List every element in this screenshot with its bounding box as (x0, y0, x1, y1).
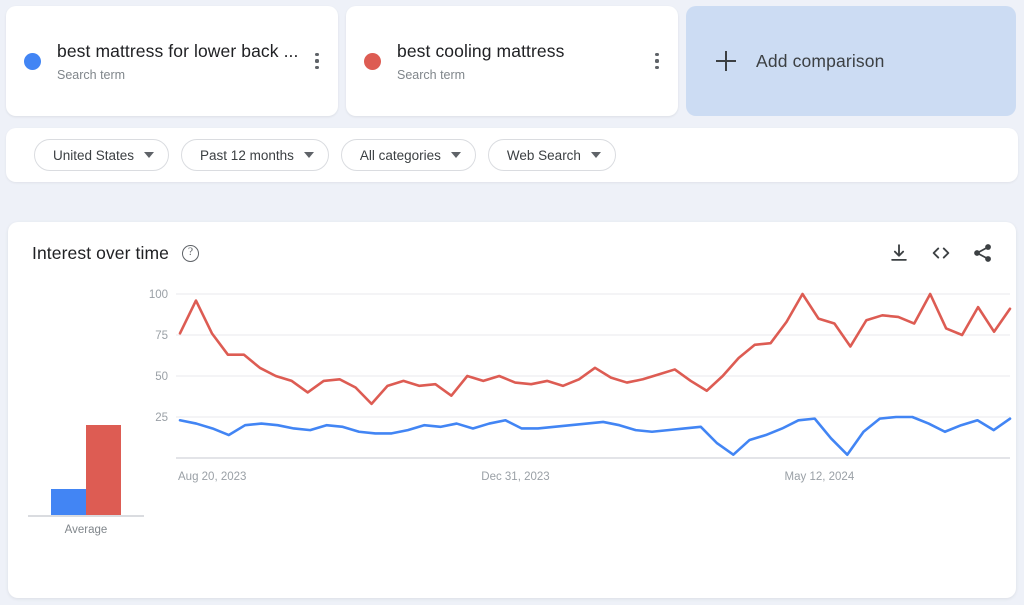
average-label: Average (64, 524, 108, 536)
kebab-menu-icon[interactable] (646, 46, 668, 76)
chart-header: Interest over time ? (8, 222, 1016, 284)
average-bar-blue (51, 488, 86, 516)
interest-over-time-card: Interest over time ? Average 25 50 75 10… (8, 222, 1016, 598)
x-axis-tick-label: Aug 20, 2023 (178, 471, 246, 483)
search-term-2-title: best cooling mattress (397, 40, 565, 61)
add-comparison-label: Add comparison (756, 50, 885, 71)
average-bar-red (86, 424, 121, 516)
chart-actions (888, 242, 994, 264)
filter-search-type-dropdown[interactable]: Web Search (487, 139, 616, 171)
search-terms-strip: best mattress for lower back ... Search … (0, 0, 1024, 122)
filter-category-dropdown[interactable]: All categories (340, 139, 476, 171)
filter-location-dropdown[interactable]: United States (34, 139, 170, 171)
chevron-down-icon (450, 152, 461, 158)
search-term-2-type: Search term (397, 67, 466, 82)
download-icon[interactable] (888, 242, 910, 264)
filter-time-label: Past 12 months (200, 147, 294, 163)
embed-code-icon[interactable] (930, 242, 952, 264)
y-axis-tick-label: 50 (155, 371, 168, 383)
search-term-1-title: best mattress for lower back ... (57, 40, 299, 61)
kebab-menu-icon[interactable] (306, 46, 328, 76)
filter-location-label: United States (53, 147, 135, 163)
y-axis-tick-label: 25 (155, 412, 168, 424)
question-mark-icon[interactable]: ? (182, 244, 199, 262)
search-term-1-text: best mattress for lower back ... Search … (57, 40, 306, 83)
search-term-2-text: best cooling mattress Search term (397, 40, 646, 83)
search-term-card-2[interactable]: best cooling mattress Search term (346, 6, 678, 116)
y-axis-tick-label: 100 (149, 289, 168, 301)
search-term-1-type: Search term (57, 67, 126, 82)
trend-line-blue (178, 415, 1012, 457)
chevron-down-icon (303, 152, 314, 158)
add-comparison-button[interactable]: Add comparison (686, 6, 1016, 116)
plus-icon (716, 51, 736, 71)
x-axis-tick-label: Dec 31, 2023 (481, 471, 549, 483)
chart-plot-area: Average 25 50 75 100 Aug 20, 2023 Dec 31, 202… (8, 284, 1016, 598)
filter-search-type-label: Web Search (506, 147, 581, 163)
average-axis-line (28, 515, 144, 517)
x-axis-tick-label: May 12, 2024 (785, 471, 855, 483)
trend-line-chart[interactable]: 25 50 75 100 Aug 20, 2023 Dec 31, 2023 May 12,… (138, 284, 1016, 598)
chevron-down-icon (590, 152, 601, 158)
average-bars (26, 364, 146, 516)
search-term-card-1[interactable]: best mattress for lower back ... Search … (6, 6, 338, 116)
series-color-dot-blue (24, 52, 41, 70)
filter-time-dropdown[interactable]: Past 12 months (181, 139, 329, 171)
share-icon[interactable] (972, 242, 994, 264)
average-bar-chart: Average (26, 346, 146, 536)
filter-category-label: All categories (359, 147, 441, 163)
trend-line-red (178, 292, 1012, 406)
y-axis-tick-label: 75 (155, 330, 168, 342)
series-color-dot-red (364, 52, 381, 70)
chevron-down-icon (144, 152, 155, 158)
google-trends-page: best mattress for lower back ... Search … (0, 0, 1024, 605)
filter-bar: United States Past 12 months All categor… (6, 128, 1018, 182)
trend-svg: 25 50 75 100 Aug 20, 2023 Dec 31, 2023 May 12,… (149, 289, 1012, 483)
page-title: Interest over time (32, 242, 169, 263)
